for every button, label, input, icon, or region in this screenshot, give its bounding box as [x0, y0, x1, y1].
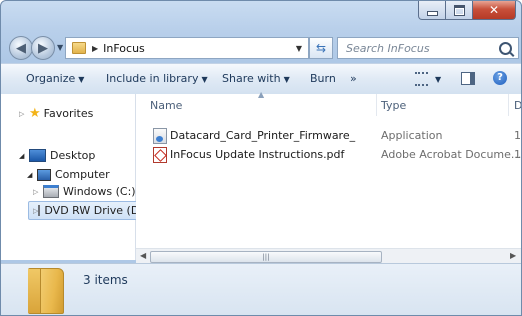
computer-icon [37, 168, 51, 181]
scrollbar-thumb[interactable]: ||| [150, 251, 382, 263]
nav-item-favorites[interactable]: ▷ ★ Favorites [19, 106, 93, 121]
column-divider[interactable] [376, 94, 377, 116]
file-type: Application [381, 129, 443, 142]
application-icon [153, 128, 167, 144]
more-commands-button[interactable]: » [350, 72, 357, 85]
nav-windows-c-label: Windows (C:) [63, 185, 136, 198]
maximize-icon [453, 4, 465, 16]
refresh-button[interactable]: ⇆ [309, 37, 333, 59]
nav-dvd-d-label: DVD RW Drive (D:) [44, 204, 148, 217]
close-icon: ✕ [488, 3, 500, 17]
nav-item-dvd-d[interactable]: ▷ DVD RW Drive (D:) [28, 201, 147, 220]
hard-drive-icon [43, 185, 59, 198]
column-header-date[interactable]: D [514, 99, 521, 112]
recent-pages-dropdown[interactable]: ▼ [57, 43, 63, 52]
forward-arrow-icon: ▶ [38, 40, 48, 56]
chevron-down-icon: ▼ [201, 75, 208, 84]
nav-computer-label: Computer [55, 168, 110, 181]
nav-item-desktop[interactable]: ◢ Desktop [19, 149, 95, 162]
column-header-type[interactable]: Type [381, 99, 406, 112]
file-date-truncated: 1 [514, 148, 521, 161]
file-name: InFocus Update Instructions.pdf [170, 148, 345, 161]
collapse-icon[interactable]: ◢ [19, 152, 29, 160]
nav-favorites-label: Favorites [43, 107, 94, 120]
desktop-icon [29, 149, 46, 162]
include-in-library-menu[interactable]: Include in library ▼ [106, 72, 208, 85]
refresh-icon: ⇆ [315, 41, 327, 55]
navigation-pane: ▷ ★ Favorites ◢ Desktop ◢ Computer ▷ Win… [1, 94, 147, 260]
address-dropdown-icon[interactable]: ▼ [296, 44, 302, 53]
item-count: 3 items [83, 273, 128, 287]
folder-icon [72, 42, 86, 54]
share-with-label: Share with [222, 72, 281, 85]
share-with-menu[interactable]: Share with ▼ [222, 72, 290, 85]
organize-menu[interactable]: Organize ▼ [26, 72, 84, 85]
file-row[interactable]: InFocus Update Instructions.pdf Adobe Ac… [136, 146, 521, 164]
address-row: ◀ ▶ ▼ ▶ InFocus ▼ ⇆ [7, 34, 519, 60]
change-view-button[interactable]: ▼ [415, 72, 441, 86]
back-button[interactable]: ◀ [9, 36, 33, 60]
forward-button[interactable]: ▶ [31, 36, 55, 60]
chevron-down-icon: ▼ [283, 75, 290, 84]
explorer-window: ✕ ◀ ▶ ▼ ▶ InFocus ▼ ⇆ Organize▼ Include … [0, 0, 522, 316]
back-arrow-icon: ◀ [16, 40, 26, 56]
details-pane: 3 items [1, 263, 521, 315]
burn-button[interactable]: Burn [310, 72, 336, 85]
expand-icon[interactable]: ▷ [33, 188, 43, 196]
horizontal-scrollbar[interactable]: ◀ ||| ▶ [136, 248, 521, 264]
column-headers: ▲ Name Type D [136, 90, 521, 116]
file-type: Adobe Acrobat Docume... [381, 148, 522, 161]
sort-ascending-icon: ▲ [258, 90, 265, 99]
pdf-icon [153, 147, 167, 163]
close-button[interactable]: ✕ [473, 1, 516, 20]
caption-buttons: ✕ [418, 1, 516, 20]
organize-label: Organize [26, 72, 76, 85]
nav-item-computer[interactable]: ◢ Computer [27, 168, 110, 181]
preview-pane-icon[interactable] [461, 72, 475, 85]
minimize-button[interactable] [418, 1, 446, 20]
search-input[interactable] [344, 40, 498, 56]
nav-item-windows-c[interactable]: ▷ Windows (C:) [33, 185, 136, 198]
file-list: ▲ Name Type D Datacard_Card_Printer_Firm… [136, 90, 521, 264]
maximize-button[interactable] [446, 1, 473, 20]
dvd-drive-icon [38, 205, 41, 216]
file-date-truncated: 1 [514, 129, 521, 142]
minimize-icon [426, 11, 438, 16]
file-row[interactable]: Datacard_Card_Printer_Firmware_ Applicat… [136, 127, 521, 145]
search-icon[interactable] [499, 41, 512, 55]
breadcrumb-infocus[interactable]: InFocus [103, 42, 145, 55]
file-name: Datacard_Card_Printer_Firmware_ [170, 129, 356, 142]
breadcrumb-separator-icon[interactable]: ▶ [92, 44, 98, 53]
include-in-library-label: Include in library [106, 72, 199, 85]
scroll-right-icon[interactable]: ▶ [510, 251, 516, 260]
star-icon: ★ [29, 106, 41, 121]
column-divider[interactable] [508, 94, 509, 116]
help-icon[interactable]: ? [493, 71, 507, 85]
search-box[interactable] [337, 37, 519, 59]
views-icon [415, 72, 428, 86]
nav-desktop-label: Desktop [50, 149, 96, 162]
expand-icon[interactable]: ▷ [19, 110, 29, 118]
chevron-down-icon: ▼ [78, 75, 85, 84]
chevron-down-icon: ▼ [435, 75, 442, 84]
collapse-icon[interactable]: ◢ [27, 171, 37, 179]
column-header-name[interactable]: Name [150, 99, 182, 112]
folder-icon [28, 268, 64, 314]
address-bar[interactable]: ▶ InFocus ▼ [65, 37, 309, 59]
scroll-left-icon[interactable]: ◀ [140, 251, 146, 260]
